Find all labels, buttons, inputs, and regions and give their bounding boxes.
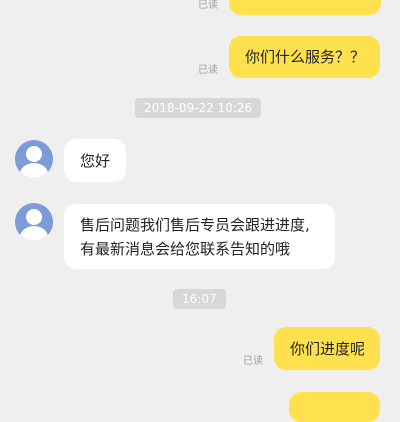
timestamp-text: 16:07 <box>182 292 217 306</box>
message-text: 你们什么服务？？ <box>245 48 366 66</box>
message-text-line: 售后问题我们售后专员会跟进进度, <box>80 216 310 234</box>
message-bubble-outgoing[interactable] <box>229 0 381 15</box>
timestamp-divider: 2018-09-22 10:26 <box>135 98 262 118</box>
message-text: 你们进度呢 <box>290 340 366 358</box>
timestamp-text: 2018-09-22 10:26 <box>144 101 253 115</box>
message-bubble-outgoing[interactable]: 你们什么服务？？ <box>229 36 380 78</box>
read-receipt: 已读 <box>198 0 218 11</box>
timestamp-divider: 16:07 <box>173 289 226 309</box>
person-avatar-icon[interactable] <box>15 140 53 178</box>
read-receipt: 已读 <box>243 356 263 367</box>
message-bubble-incoming[interactable]: 您好 <box>64 139 126 182</box>
message-bubble-outgoing[interactable] <box>289 392 380 422</box>
message-text: 您好 <box>80 152 111 170</box>
chat-conversation: 已读 你们什么服务？？ 已读 2018-09-22 10:26 您好 售后问题我… <box>0 0 400 422</box>
message-text-line: 有最新消息会给您联系告知的哦 <box>80 240 291 258</box>
message-bubble-outgoing[interactable]: 你们进度呢 <box>274 327 380 370</box>
message-bubble-incoming[interactable]: 售后问题我们售后专员会跟进进度, 有最新消息会给您联系告知的哦 <box>64 204 335 269</box>
person-avatar-icon[interactable] <box>15 203 53 241</box>
read-receipt: 已读 <box>198 65 218 76</box>
